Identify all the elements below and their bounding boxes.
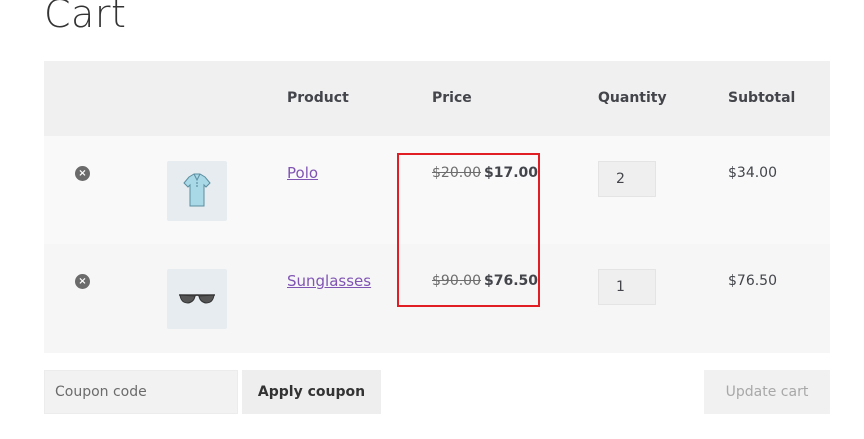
cart-table: Product Price Quantity Subtotal × Polo $…	[44, 61, 830, 353]
header-quantity: Quantity	[598, 90, 667, 106]
header-product: Product	[287, 90, 349, 106]
coupon-code-input[interactable]: Coupon code	[44, 370, 238, 414]
product-link-sunglasses[interactable]: Sunglasses	[287, 272, 371, 290]
header-subtotal: Subtotal	[728, 90, 796, 106]
remove-item-icon[interactable]: ×	[75, 274, 90, 289]
original-price: $20.00	[432, 165, 481, 181]
table-header: Product Price Quantity Subtotal	[44, 61, 830, 136]
subtotal-value: $34.00	[728, 165, 777, 181]
subtotal-value: $76.50	[728, 273, 777, 289]
product-link-polo[interactable]: Polo	[287, 164, 318, 182]
quantity-input[interactable]: 2	[598, 161, 656, 197]
apply-coupon-button[interactable]: Apply coupon	[242, 370, 381, 414]
sale-price: $76.50	[484, 273, 539, 289]
remove-item-icon[interactable]: ×	[75, 166, 90, 181]
sunglasses-icon[interactable]	[167, 269, 227, 329]
table-row: × Polo $20.00 $17.00 2 $34.00	[44, 136, 830, 244]
price-cell: $90.00 $76.50	[432, 273, 538, 289]
quantity-input[interactable]: 1	[598, 269, 656, 305]
original-price: $90.00	[432, 273, 481, 289]
table-row: × Sunglasses $90.00 $76.50 1 $76.50	[44, 244, 830, 353]
cart-page: Cart Product Price Quantity Subtotal × P…	[0, 0, 864, 439]
price-cell: $20.00 $17.00	[432, 165, 538, 181]
update-cart-button[interactable]: Update cart	[704, 370, 830, 414]
sale-price: $17.00	[484, 165, 539, 181]
polo-shirt-icon[interactable]	[167, 161, 227, 221]
header-price: Price	[432, 90, 472, 106]
page-title: Cart	[44, 0, 127, 36]
